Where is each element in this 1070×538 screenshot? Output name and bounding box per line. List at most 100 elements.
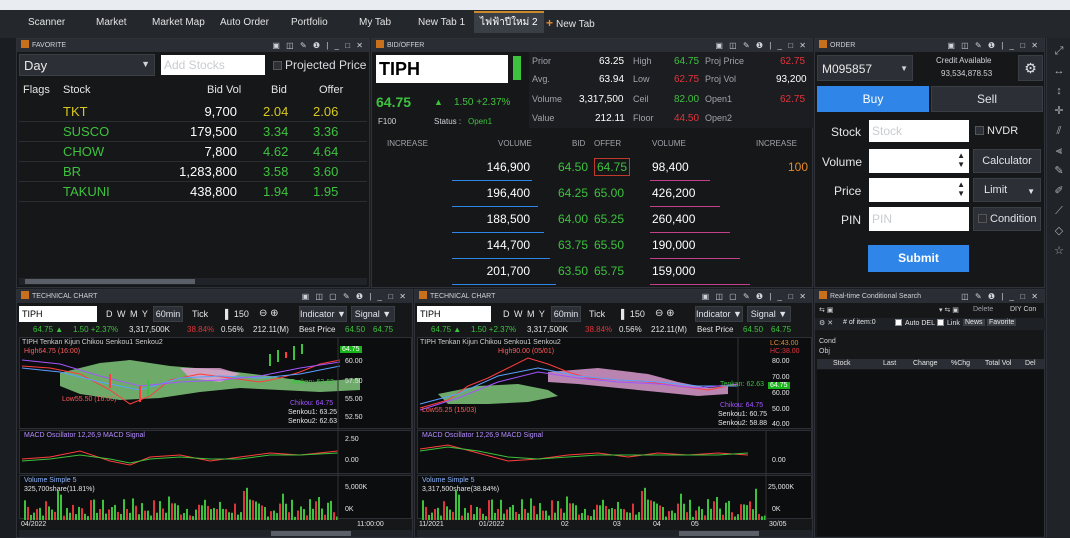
panel-controls[interactable]: ◫ ✎ ❶ | _ □ ✕ (961, 290, 1040, 303)
period-y[interactable]: Y (539, 309, 545, 319)
stepper-icon[interactable]: ▲ ▼ (957, 180, 965, 198)
chart2-zoom[interactable]: ⊖ ⊕ (655, 308, 675, 319)
stepper-icon[interactable]: ▲ ▼ (957, 151, 965, 169)
ruler-icon[interactable]: ⟋ (1052, 204, 1066, 218)
period-m[interactable]: M (527, 309, 535, 319)
zoom-out-icon[interactable]: ⊖ (259, 308, 267, 319)
scroll-thumb[interactable] (679, 531, 759, 536)
chart2-scrollbar[interactable] (417, 530, 812, 537)
price-input[interactable]: ▲ ▼ (869, 178, 969, 202)
delete-button[interactable]: Delete (973, 306, 993, 313)
settings-icon[interactable]: ⚙ ✕ (819, 319, 833, 327)
tab-my-tab[interactable]: My Tab (353, 13, 397, 33)
favorite-row[interactable]: TKT 9,700 2.04 2.06 (17, 101, 369, 121)
chart1-zoom[interactable]: ⊖ ⊕ (259, 308, 279, 319)
chart2-period-buttons[interactable]: D W M Y (503, 309, 545, 319)
favorite-button[interactable]: Favorite (987, 319, 1017, 326)
bidoffer-row[interactable]: 146,900 64.50 64.75 98,400 100 (372, 155, 812, 181)
tab-new-tab-1[interactable]: New Tab 1 (412, 13, 471, 33)
period-d[interactable]: D (503, 309, 510, 319)
fibonacci-icon[interactable]: ⫽ (1052, 124, 1066, 138)
horizontal-scrollbar[interactable] (19, 278, 367, 285)
chart1-signal-menu[interactable]: Signal ▼ (351, 306, 395, 322)
nvdr-checkbox[interactable]: NVDR (975, 125, 1018, 137)
tab-active[interactable]: ไฟฟ้าปีใหม่ 2 (474, 11, 544, 33)
chart2-tick[interactable]: Tick (589, 309, 605, 319)
panel-controls[interactable]: ▣ ◫ ▢ ✎ ❶ | _ □ ✕ (302, 290, 408, 303)
brush-icon[interactable]: ✐ (1052, 184, 1066, 198)
chart1-symbol-input[interactable]: TIPH (19, 306, 97, 322)
bidoffer-row[interactable]: 144,700 63.75 65.50 190,000 (372, 233, 812, 259)
chart1-indicator-menu[interactable]: Indicator ▼ (299, 306, 347, 322)
chart1-bars[interactable]: ▌ 150 (225, 309, 249, 319)
tool-icons-right[interactable]: ▾ ⇆ ▣ (939, 306, 959, 314)
buy-tab[interactable]: Buy (817, 86, 929, 112)
zoom-in-icon[interactable]: ⊕ (270, 308, 278, 319)
calculator-button[interactable]: Calculator (973, 149, 1041, 173)
tool-icon[interactable]: ⇆ ▣ (819, 306, 833, 314)
panel-controls[interactable]: ▣ ◫ ✎ ❶ | _ □ ✕ (715, 39, 808, 52)
chart1-tick[interactable]: Tick (192, 309, 208, 319)
bidoffer-row[interactable]: 201,700 63.50 65.75 159,000 (372, 259, 812, 285)
vertical-line-icon[interactable]: ↕ (1052, 84, 1066, 98)
tab-portfolio[interactable]: Portfolio (285, 13, 334, 33)
chart1-price-pane[interactable]: TIPH Tenkan Kijun Chikou Senkou1 Senkou2… (19, 337, 412, 430)
scroll-thumb[interactable] (25, 279, 195, 284)
settings-gear-icon[interactable]: ⚙ (1018, 55, 1043, 81)
price-type-select[interactable]: Limit ▼ (973, 178, 1041, 202)
chart2-symbol-input[interactable]: TIPH (417, 306, 491, 322)
tab-auto-order[interactable]: Auto Order (214, 13, 275, 33)
period-w[interactable]: W (117, 309, 126, 319)
group-select[interactable]: Day ▼ (19, 54, 155, 76)
volume-input[interactable]: ▲ ▼ (869, 149, 969, 173)
sell-tab[interactable]: Sell (931, 86, 1043, 112)
chart2-interval[interactable]: 60min (551, 306, 581, 322)
favorite-row[interactable]: CHOW 7,800 4.62 4.64 (17, 141, 369, 161)
horizontal-line-icon[interactable]: ↔ (1052, 64, 1066, 78)
bidoffer-row[interactable]: 188,500 64.00 65.25 260,400 (372, 207, 812, 233)
chart1-scrollbar[interactable] (19, 530, 412, 537)
pencil-icon[interactable]: ✎ (1052, 164, 1066, 178)
chart1-period-buttons[interactable]: D W M Y (106, 309, 148, 319)
crosshair-icon[interactable]: ✛ (1052, 104, 1066, 118)
period-w[interactable]: W (514, 309, 523, 319)
chart2-price-pane[interactable]: TIPH Tenkan Kijun Chikou Senkou1 Senkou2… (417, 337, 812, 430)
zoom-in-icon[interactable]: ⊕ (666, 308, 674, 319)
chart2-bars[interactable]: ▌ 150 (621, 309, 645, 319)
scroll-thumb[interactable] (271, 531, 351, 536)
add-stocks-input[interactable]: Add Stocks (161, 55, 265, 75)
bidoffer-row[interactable]: 196,400 64.25 65.00 426,200 (372, 181, 812, 207)
favorite-row[interactable]: BR 1,283,800 3.58 3.60 (17, 161, 369, 181)
star-icon[interactable]: ☆ (1052, 244, 1066, 258)
panel-controls[interactable]: ▣ ◫ ✎ ❶ | _ □ ✕ (947, 39, 1040, 52)
chart2-signal-menu[interactable]: Signal ▼ (747, 306, 791, 322)
period-y[interactable]: Y (142, 309, 148, 319)
period-d[interactable]: D (106, 309, 113, 319)
favorite-row[interactable]: SUSCO 179,500 3.34 3.36 (17, 121, 369, 141)
add-tab-button[interactable]: + New Tab (540, 13, 601, 33)
chart1-interval[interactable]: 60min (153, 306, 183, 322)
pin-input[interactable]: PIN (869, 207, 969, 231)
account-select[interactable]: M095857 ▼ (817, 55, 913, 81)
news-button[interactable]: News (963, 319, 985, 326)
symbol-input[interactable]: TIPH (376, 55, 508, 83)
link-checkbox[interactable]: Link (937, 319, 960, 327)
pitchfork-icon[interactable]: ⫷ (1052, 144, 1066, 158)
chart2-indicator-menu[interactable]: Indicator ▼ (695, 306, 743, 322)
projected-price-checkbox[interactable]: Projected Price (273, 58, 366, 72)
trendline-icon[interactable]: ⤢ (1052, 44, 1066, 58)
submit-button[interactable]: Submit (868, 245, 969, 272)
panel-controls[interactable]: ▣ ◫ ✎ ❶ | _ □ ✕ (272, 39, 365, 52)
zoom-out-icon[interactable]: ⊖ (655, 308, 663, 319)
stock-input[interactable]: Stock (869, 120, 969, 142)
panel-controls[interactable]: ▣ ◫ ▢ ✎ ❶ | _ □ ✕ (702, 290, 808, 303)
autodel-checkbox[interactable]: Auto DEL (895, 319, 935, 327)
tab-market[interactable]: Market (90, 13, 133, 33)
period-m[interactable]: M (130, 309, 138, 319)
tab-scanner[interactable]: Scanner (22, 13, 71, 33)
tab-market-map[interactable]: Market Map (146, 13, 211, 33)
eraser-icon[interactable]: ◇ (1052, 224, 1066, 238)
favorite-row[interactable]: TAKUNI 438,800 1.94 1.95 (17, 181, 369, 201)
condition-checkbox[interactable]: Condition (973, 207, 1041, 231)
diy-button[interactable]: DIY Con (1010, 306, 1036, 313)
